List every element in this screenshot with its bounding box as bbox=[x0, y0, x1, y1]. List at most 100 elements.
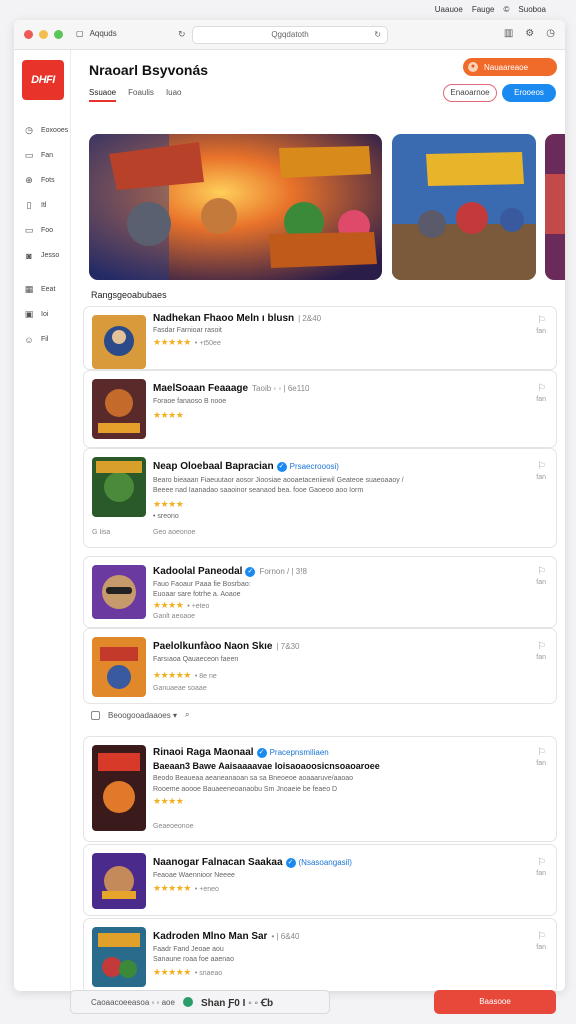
item-side-actions[interactable]: ⚐ fan bbox=[536, 641, 546, 663]
rating-stars: ★★★★★ • +t50ee bbox=[153, 337, 221, 348]
rating-stars-text: ★★★★★ bbox=[153, 337, 191, 347]
game-thumbnail bbox=[92, 745, 146, 831]
sidebar-item[interactable]: ▦ Eeat bbox=[24, 277, 68, 302]
list-item[interactable]: Kadroden Mlno Man Sar • | 6&40 Faadr Fand… bbox=[83, 918, 557, 991]
item-side-actions[interactable]: ⚐ fan bbox=[536, 315, 546, 337]
sidebar-item[interactable]: ◙ Jesso bbox=[24, 243, 68, 268]
list-item[interactable]: Kadoolal Paneodal ✓ Fornon / | 3!8 Fauo Fa… bbox=[83, 556, 557, 628]
page-title: Nraoarl Bsyvonás bbox=[89, 62, 209, 78]
side-label: fan bbox=[536, 944, 546, 951]
bottom-action-button[interactable]: Baasooe bbox=[434, 990, 556, 1014]
sidebar-item[interactable]: ◷ Eoxooes bbox=[24, 118, 68, 143]
list-item[interactable]: MaelSoaan Feaaage Taoib ◦ ◦ | 6e110 Forao… bbox=[83, 370, 557, 448]
sidebar-item[interactable]: ⊕ Fots bbox=[24, 168, 68, 193]
item-title: Rinaoi Raga Maonaal ✓ Pracepnsmiliaen bbox=[153, 747, 329, 758]
item-title-text: Kadroden Mlno Man Sar bbox=[153, 931, 268, 942]
rating-stars-text: ★★★★★ bbox=[153, 883, 191, 893]
bottom-status-chip[interactable]: Caoaacoeeasoa ◦ ◦ aoe Shan Ƒ0 I ◦ ◦ Ꞓb bbox=[70, 990, 330, 1014]
sidebar-item[interactable]: ▭ Foo bbox=[24, 218, 68, 243]
item-side-actions[interactable]: ⚐ fan bbox=[536, 747, 546, 769]
item-side-actions[interactable]: ⚐ fan bbox=[536, 857, 546, 879]
item-title-text: Kadoolal Paneodal bbox=[153, 566, 243, 577]
item-footer-left[interactable]: G Iisa bbox=[92, 529, 110, 536]
item-title: Kadroden Mlno Man Sar • | 6&40 bbox=[153, 931, 299, 942]
tab-title: Aqquds bbox=[89, 29, 117, 38]
game-thumbnail bbox=[92, 315, 146, 369]
browser-tab[interactable]: ▢ Aqquds bbox=[76, 29, 117, 38]
calendar-icon: ▦ bbox=[24, 284, 34, 294]
sidebar-item[interactable]: ▭ Fan bbox=[24, 143, 68, 168]
rating-count: • 8e ne bbox=[194, 673, 217, 680]
clock-icon[interactable]: ◷ bbox=[546, 28, 555, 39]
os-menu-item[interactable]: Fauge bbox=[472, 5, 495, 14]
list-item[interactable]: Rinaoi Raga Maonaal ✓ Pracepnsmiliaen Baea… bbox=[83, 736, 557, 842]
featured-banner-main[interactable] bbox=[89, 134, 382, 280]
item-tag: Pracepnsmiliaen bbox=[269, 748, 329, 757]
rating-stars: ★★★★★ • 8e ne bbox=[153, 670, 217, 681]
os-menu-item[interactable]: © bbox=[504, 5, 510, 14]
item-side-actions[interactable]: ⚐ fan bbox=[536, 566, 546, 588]
sidebar-item[interactable]: ☺ Fil bbox=[24, 327, 68, 352]
folder-icon: ▭ bbox=[24, 225, 34, 235]
verified-icon: ✓ bbox=[276, 462, 287, 472]
address-text: Qgqdatoth bbox=[271, 30, 309, 39]
maximize-window-button[interactable] bbox=[54, 30, 63, 39]
reload-icon[interactable]: ↻ bbox=[178, 29, 186, 40]
sidebar-item[interactable]: ▣ Ioi bbox=[24, 302, 68, 327]
list-item[interactable]: Naanogar Falnacan Saakaa ✓ (Nsasoangasil) … bbox=[83, 844, 557, 916]
sidebar-item[interactable]: ▯ Itl bbox=[24, 193, 68, 218]
search-icon[interactable]: ⌕ bbox=[185, 710, 189, 720]
document-icon: ▯ bbox=[26, 200, 32, 210]
item-title-text: Naanogar Falnacan Saakaa bbox=[153, 857, 283, 868]
item-side-actions[interactable]: ⚐ fan bbox=[536, 383, 546, 405]
list-item[interactable]: Paelolkunfàoo Naon Skıe | 7&30 Farsıaoa Q… bbox=[83, 628, 557, 704]
item-side-actions[interactable]: ⚐ fan bbox=[536, 931, 546, 953]
bookmark-icon: ⚐ bbox=[537, 461, 546, 472]
square-icon: ▣ bbox=[24, 309, 34, 319]
thumbnail-art bbox=[92, 379, 146, 439]
share-icon[interactable]: ▥ bbox=[504, 28, 513, 39]
sidebar-item-label: Eoxooes bbox=[41, 127, 69, 134]
minimize-window-button[interactable] bbox=[39, 30, 48, 39]
rating-stars: ★★★★ bbox=[153, 796, 184, 806]
tab-features[interactable]: Foaulis bbox=[128, 88, 154, 102]
list-item[interactable]: Nadhekan Fhaoo Meln ı blusn | 2&40 Fasdar… bbox=[83, 306, 557, 370]
promo-button[interactable]: ● Nauaareaoe bbox=[463, 58, 557, 76]
primary-button[interactable]: Erooeos bbox=[502, 84, 556, 102]
item-title-text: Neap Oloebaal Bapracian bbox=[153, 461, 274, 472]
rating-stars-text: ★★★★★ bbox=[153, 967, 191, 977]
item-title: Nadhekan Fhaoo Meln ı blusn | 2&40 bbox=[153, 313, 321, 324]
list-item[interactable]: Neap Oloebaal Bapracian ✓ Prsaecrooosi) Be… bbox=[83, 448, 557, 548]
address-bar[interactable]: Qgqdatoth ↻ bbox=[192, 26, 388, 44]
settings-icon[interactable]: ⚙ bbox=[525, 28, 534, 39]
game-thumbnail bbox=[92, 853, 146, 909]
rating-count: • +t50ee bbox=[194, 340, 221, 347]
item-description-2: Sanaune roaa foe aaenao bbox=[153, 956, 234, 963]
featured-banner-peek[interactable] bbox=[545, 134, 565, 280]
thumbnail-art bbox=[92, 927, 146, 987]
os-menu-item[interactable]: Uaauoe bbox=[435, 5, 463, 14]
filter-dropdown[interactable]: Beoogooadaaoes ▾ bbox=[108, 711, 177, 720]
banner-artwork bbox=[89, 134, 382, 280]
side-label: fan bbox=[536, 870, 546, 877]
side-label: fan bbox=[536, 579, 546, 586]
close-window-button[interactable] bbox=[24, 30, 33, 39]
item-meta: | 2&40 bbox=[298, 314, 322, 323]
app-logo[interactable]: DHFI bbox=[22, 60, 64, 100]
people-icon: ☺ bbox=[24, 334, 34, 345]
checkbox[interactable] bbox=[91, 710, 100, 720]
sidebar-item-label: Jesso bbox=[41, 252, 60, 259]
tab-overview[interactable]: Ssuaoe bbox=[89, 88, 117, 102]
secondary-button[interactable]: Enaoarnoe bbox=[443, 84, 497, 102]
item-side-actions[interactable]: ⚐ fan bbox=[536, 461, 546, 483]
window-controls bbox=[24, 30, 63, 39]
item-description: Faadr Fand Jeoae aou bbox=[153, 946, 224, 953]
item-description-2: Rooeme aoooe Bauaeeneoanaobu Sm Jnoaeie … bbox=[153, 786, 338, 793]
card-icon: ▭ bbox=[24, 150, 34, 160]
featured-banner-secondary[interactable] bbox=[392, 134, 536, 280]
tab-icon: ▢ bbox=[76, 29, 84, 38]
tab-info[interactable]: Iuao bbox=[166, 88, 182, 102]
refresh-icon[interactable]: ↻ bbox=[374, 27, 381, 43]
os-menu-item[interactable]: Suoboa bbox=[518, 5, 546, 14]
item-description: Farsıaoa Qauaeceon faeen bbox=[153, 656, 239, 663]
